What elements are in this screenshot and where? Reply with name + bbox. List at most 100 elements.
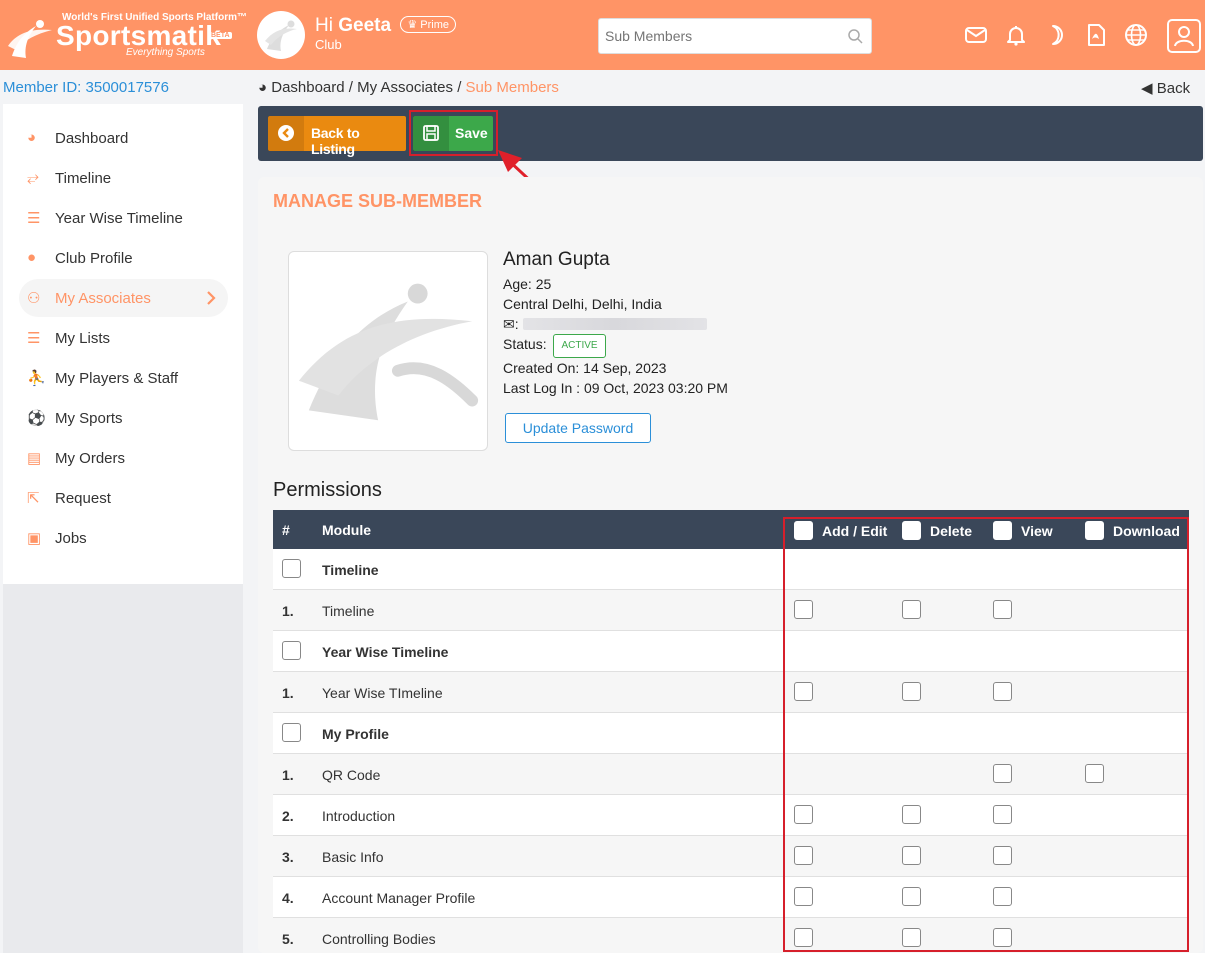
breadcrumb-my-associates[interactable]: My Associates xyxy=(357,79,453,96)
back-to-listing-button[interactable]: Back to Listing xyxy=(268,116,406,157)
sidebar-item-my-associates[interactable]: ⚇ My Associates xyxy=(19,279,228,317)
table-header: # Module Add / Edit Delete View Download xyxy=(273,510,1189,549)
view-checkbox[interactable] xyxy=(993,887,1012,906)
header-view[interactable]: View xyxy=(993,521,1053,540)
globe-icon[interactable] xyxy=(1123,22,1149,48)
select-all-download-checkbox[interactable] xyxy=(1085,521,1104,540)
user-avatar[interactable] xyxy=(257,11,305,59)
bell-icon[interactable] xyxy=(1003,22,1029,48)
member-info: Aman Gupta Age: 25 Central Delhi, Delhi,… xyxy=(503,249,903,398)
back-link[interactable]: ◀ Back xyxy=(1141,79,1190,97)
view-checkbox[interactable] xyxy=(993,928,1012,947)
created-value: 14 Sep, 2023 xyxy=(583,360,667,376)
delete-checkbox[interactable] xyxy=(902,805,921,824)
add-edit-checkbox[interactable] xyxy=(794,846,813,865)
group-select-checkbox[interactable] xyxy=(282,723,301,742)
sidebar-item-label: My Associates xyxy=(55,289,151,307)
module-group-row: Year Wise Timeline xyxy=(273,631,1189,672)
moon-icon[interactable] xyxy=(1043,22,1069,48)
view-checkbox[interactable] xyxy=(993,682,1012,701)
add-edit-checkbox[interactable] xyxy=(794,928,813,947)
users-icon: ⚇ xyxy=(27,290,41,307)
sidebar-item-my-sports[interactable]: ⚽ My Sports xyxy=(19,399,228,437)
module-group-row: Timeline xyxy=(273,549,1189,590)
breadcrumb-separator: / xyxy=(348,79,353,96)
jobs-icon: ▣ xyxy=(27,530,42,547)
row-number: 1. xyxy=(282,767,294,783)
sidebar-item-jobs[interactable]: ▣ Jobs xyxy=(19,519,228,557)
search-input[interactable] xyxy=(599,19,829,53)
delete-checkbox[interactable] xyxy=(902,846,921,865)
download-checkbox[interactable] xyxy=(1085,764,1104,783)
sidebar-item-label: Year Wise Timeline xyxy=(55,209,183,227)
age-value: 25 xyxy=(535,276,552,292)
sportsmatik-logo[interactable]: World's First Unified Sports Platform™ S… xyxy=(6,10,247,60)
select-all-view-checkbox[interactable] xyxy=(993,521,1012,540)
sidebar-item-year-wise-timeline[interactable]: ☰ Year Wise Timeline xyxy=(19,199,228,237)
permissions-title: Permissions xyxy=(273,479,382,501)
sidebar-item-my-orders[interactable]: ▤ My Orders xyxy=(19,439,228,477)
table-row: 4. Account Manager Profile xyxy=(273,877,1189,918)
header-download[interactable]: Download xyxy=(1085,521,1180,540)
module-group-name: My Profile xyxy=(322,726,389,742)
row-number: 3. xyxy=(282,849,294,865)
delete-checkbox[interactable] xyxy=(902,600,921,619)
logo-athlete-icon xyxy=(8,20,52,58)
row-number: 1. xyxy=(282,685,294,701)
group-select-checkbox[interactable] xyxy=(282,559,301,578)
group-select-checkbox[interactable] xyxy=(282,641,301,660)
user-menu-button[interactable] xyxy=(1167,19,1201,53)
member-age: Age: 25 xyxy=(503,274,903,294)
sidebar-item-label: Jobs xyxy=(55,529,87,547)
table-row: 1. Timeline xyxy=(273,590,1189,631)
add-edit-checkbox[interactable] xyxy=(794,682,813,701)
header-delete[interactable]: Delete xyxy=(902,521,972,540)
view-checkbox[interactable] xyxy=(993,846,1012,865)
add-edit-checkbox[interactable] xyxy=(794,600,813,619)
delete-checkbox[interactable] xyxy=(902,928,921,947)
member-id: Member ID: 3500017576 xyxy=(3,79,169,96)
member-email: ✉: xyxy=(503,314,903,334)
header-add-edit[interactable]: Add / Edit xyxy=(794,521,887,540)
header-num: # xyxy=(282,522,290,538)
header-add-edit-label: Add / Edit xyxy=(822,522,888,539)
module-name: Account Manager Profile xyxy=(322,890,476,906)
view-checkbox[interactable] xyxy=(993,600,1012,619)
sidebar-item-label: Club Profile xyxy=(55,249,133,267)
pdf-icon[interactable] xyxy=(1083,22,1109,48)
delete-checkbox[interactable] xyxy=(902,682,921,701)
view-checkbox[interactable] xyxy=(993,805,1012,824)
dashboard-icon: ◕ xyxy=(258,79,268,96)
member-status: Status: ACTIVE xyxy=(503,334,903,358)
athlete-placeholder-icon xyxy=(298,283,479,421)
sidebar-item-my-lists[interactable]: ☰ My Lists xyxy=(19,319,228,357)
select-all-add-edit-checkbox[interactable] xyxy=(794,521,813,540)
row-number: 1. xyxy=(282,603,294,619)
sidebar-item-my-players-staff[interactable]: ⛹ My Players & Staff xyxy=(19,359,228,397)
row-number: 4. xyxy=(282,890,294,906)
timeline-icon: ⥂ xyxy=(27,169,40,186)
row-number: 2. xyxy=(282,808,294,824)
email-label: : xyxy=(514,316,519,332)
sidebar-item-dashboard[interactable]: ◕ Dashboard xyxy=(19,119,228,157)
envelope-icon[interactable] xyxy=(963,22,989,48)
sidebar-item-request[interactable]: ⇱ Request xyxy=(19,479,228,517)
back-to-listing-label: Back to Listing xyxy=(311,125,360,157)
add-edit-checkbox[interactable] xyxy=(794,805,813,824)
sidebar-item-club-profile[interactable]: ● Club Profile xyxy=(19,239,228,277)
update-password-button[interactable]: Update Password xyxy=(505,413,651,443)
sidebar-item-timeline[interactable]: ⥂ Timeline xyxy=(19,159,228,197)
redacted-email xyxy=(522,318,707,330)
greeting-prefix: Hi xyxy=(315,15,333,36)
delete-checkbox[interactable] xyxy=(902,887,921,906)
module-group-row: My Profile xyxy=(273,713,1189,754)
select-all-delete-checkbox[interactable] xyxy=(902,521,921,540)
greeting: Hi Geeta ♛ Prime xyxy=(315,15,456,37)
search-box[interactable] xyxy=(598,18,872,54)
breadcrumb-dashboard[interactable]: Dashboard xyxy=(271,79,344,96)
permissions-table: # Module Add / Edit Delete View Download… xyxy=(273,510,1189,953)
view-checkbox[interactable] xyxy=(993,764,1012,783)
search-icon[interactable] xyxy=(847,28,863,44)
logo-subtitle: Everything Sports xyxy=(126,47,205,58)
add-edit-checkbox[interactable] xyxy=(794,887,813,906)
